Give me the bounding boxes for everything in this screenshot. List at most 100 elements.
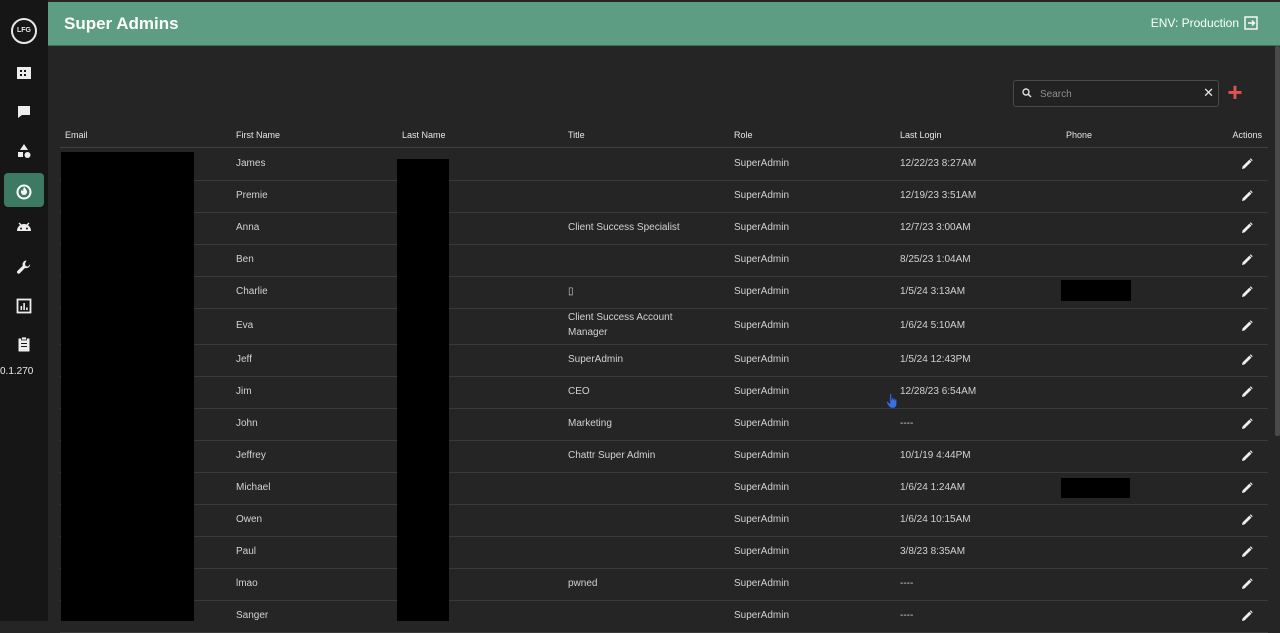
table-row: Sanger SuperAdmin ---- [60, 600, 1268, 633]
clipboard-icon [18, 336, 30, 352]
role-cell: SuperAdmin [734, 254, 790, 265]
nav-chat[interactable] [4, 95, 44, 129]
role-cell: SuperAdmin [734, 158, 790, 169]
role-cell: SuperAdmin [734, 286, 790, 297]
table-header: Email First Name Last Name Title Role La… [60, 127, 1268, 148]
edit-icon[interactable] [1241, 450, 1253, 462]
last-login-cell: 1/5/24 3:13AM [900, 286, 966, 297]
last-login-cell: 10/1/19 4:44PM [900, 450, 971, 461]
last-login-cell: ---- [900, 418, 914, 429]
table-row: Ben SuperAdmin 8/25/23 1:04AM [60, 244, 1268, 277]
app-version: 0.1.270 [0, 366, 34, 377]
redacted-last-name-column [397, 159, 449, 621]
first-name-cell: Eva [236, 320, 254, 331]
role-cell: SuperAdmin [734, 578, 790, 589]
title-cell: ▯ [568, 286, 574, 297]
env-label: ENV: Production [1150, 16, 1239, 30]
edit-icon[interactable] [1241, 514, 1253, 526]
role-cell: SuperAdmin [734, 320, 790, 331]
first-name-cell: Michael [236, 482, 271, 493]
edit-icon[interactable] [1241, 286, 1253, 298]
last-login-cell: 1/6/24 10:15AM [900, 514, 971, 525]
table-row: John Marketing SuperAdmin ---- [60, 408, 1268, 441]
last-login-cell: 8/25/23 1:04AM [900, 254, 971, 265]
edit-icon[interactable] [1241, 158, 1253, 170]
first-name-cell: Jeff [236, 354, 252, 365]
fire-icon [16, 184, 32, 200]
role-cell: SuperAdmin [734, 386, 790, 397]
redacted-phone [1061, 478, 1130, 498]
title-cell: Client Success Specialist [568, 222, 680, 233]
add-super-admin-button[interactable]: + [1224, 79, 1246, 105]
edit-icon[interactable] [1241, 418, 1253, 430]
last-login-cell: 12/7/23 3:00AM [900, 222, 971, 233]
last-login-cell: 1/5/24 12:43PM [900, 354, 971, 365]
last-login-cell: 12/22/23 8:27AM [900, 158, 977, 169]
column-header-first-name[interactable]: First Name [236, 130, 280, 140]
column-header-role[interactable]: Role [734, 130, 753, 140]
first-name-cell: Paul [236, 546, 257, 557]
nav-analytics[interactable] [4, 289, 44, 323]
first-name-cell: John [236, 418, 258, 429]
table-row: Jeff SuperAdmin SuperAdmin 1/5/24 12:43PM [60, 344, 1268, 377]
table-row: Paul SuperAdmin 3/8/23 8:35AM [60, 536, 1268, 569]
edit-icon[interactable] [1241, 546, 1253, 558]
redacted-email-column [61, 152, 194, 621]
edit-icon[interactable] [1241, 354, 1253, 366]
nav-fire[interactable] [4, 173, 44, 207]
role-cell: SuperAdmin [734, 450, 790, 461]
table-row: Jeffrey Chattr Super Admin SuperAdmin 10/1/… [60, 440, 1268, 473]
first-name-cell: Ben [236, 254, 254, 265]
edit-icon[interactable] [1241, 222, 1253, 234]
nav-clipboard[interactable] [4, 327, 44, 361]
title-cell: Marketing [568, 418, 612, 429]
last-login-cell: ---- [900, 578, 914, 589]
table-row: Owen SuperAdmin 1/6/24 10:15AM [60, 504, 1268, 537]
column-header-actions: Actions [1232, 130, 1262, 140]
edit-icon[interactable] [1241, 578, 1253, 590]
title-cell: Chattr Super Admin [568, 450, 656, 461]
table-row: lmao pwned SuperAdmin ---- [60, 568, 1268, 601]
edit-icon[interactable] [1241, 482, 1253, 494]
last-login-cell: 1/6/24 1:24AM [900, 482, 966, 493]
first-name-cell: Owen [236, 514, 263, 525]
nav-building[interactable] [4, 57, 44, 91]
clear-search-icon[interactable]: ✕ [1203, 85, 1214, 101]
title-cell: SuperAdmin [568, 354, 624, 365]
search-input[interactable] [1038, 85, 1192, 103]
role-cell: SuperAdmin [734, 514, 790, 525]
first-name-cell: Jeffrey [236, 450, 266, 461]
search-box: ✕ [1013, 80, 1219, 107]
first-name-cell: Jim [236, 386, 252, 397]
nav-wrench[interactable] [4, 250, 44, 284]
bar-chart-icon [16, 298, 32, 314]
role-cell: SuperAdmin [734, 222, 790, 233]
page-title: Super Admins [64, 14, 179, 33]
redacted-phone [1061, 280, 1131, 301]
edit-icon[interactable] [1241, 610, 1253, 622]
table-row: Eva Client Success Account Manager SuperAd… [60, 308, 1268, 345]
sidebar: LFG 0.1.270 [0, 0, 48, 621]
app-logo[interactable]: LFG [11, 18, 37, 44]
env-indicator[interactable]: ENV: Production [1151, 16, 1258, 30]
first-name-cell: Charlie [236, 286, 268, 297]
role-cell: SuperAdmin [734, 190, 790, 201]
column-header-title[interactable]: Title [568, 130, 585, 140]
column-header-email[interactable]: Email [65, 130, 88, 140]
hand-cursor-icon [886, 393, 897, 409]
column-header-phone[interactable]: Phone [1066, 130, 1092, 140]
role-cell: SuperAdmin [734, 482, 790, 493]
nav-shapes[interactable] [4, 134, 44, 168]
column-header-last-login[interactable]: Last Login [900, 130, 942, 140]
column-header-last-name[interactable]: Last Name [402, 130, 446, 140]
header-bar: Super Admins ENV: Production [48, 2, 1280, 46]
title-cell: CEO [568, 386, 590, 397]
edit-icon[interactable] [1241, 386, 1253, 398]
nav-android[interactable] [4, 211, 44, 245]
logout-icon[interactable] [1244, 16, 1258, 30]
scrollbar[interactable] [1275, 46, 1280, 436]
edit-icon[interactable] [1241, 320, 1253, 332]
edit-icon[interactable] [1241, 254, 1253, 266]
edit-icon[interactable] [1241, 190, 1253, 202]
table-row: Anna Client Success Specialist SuperAdmin 1… [60, 212, 1268, 245]
